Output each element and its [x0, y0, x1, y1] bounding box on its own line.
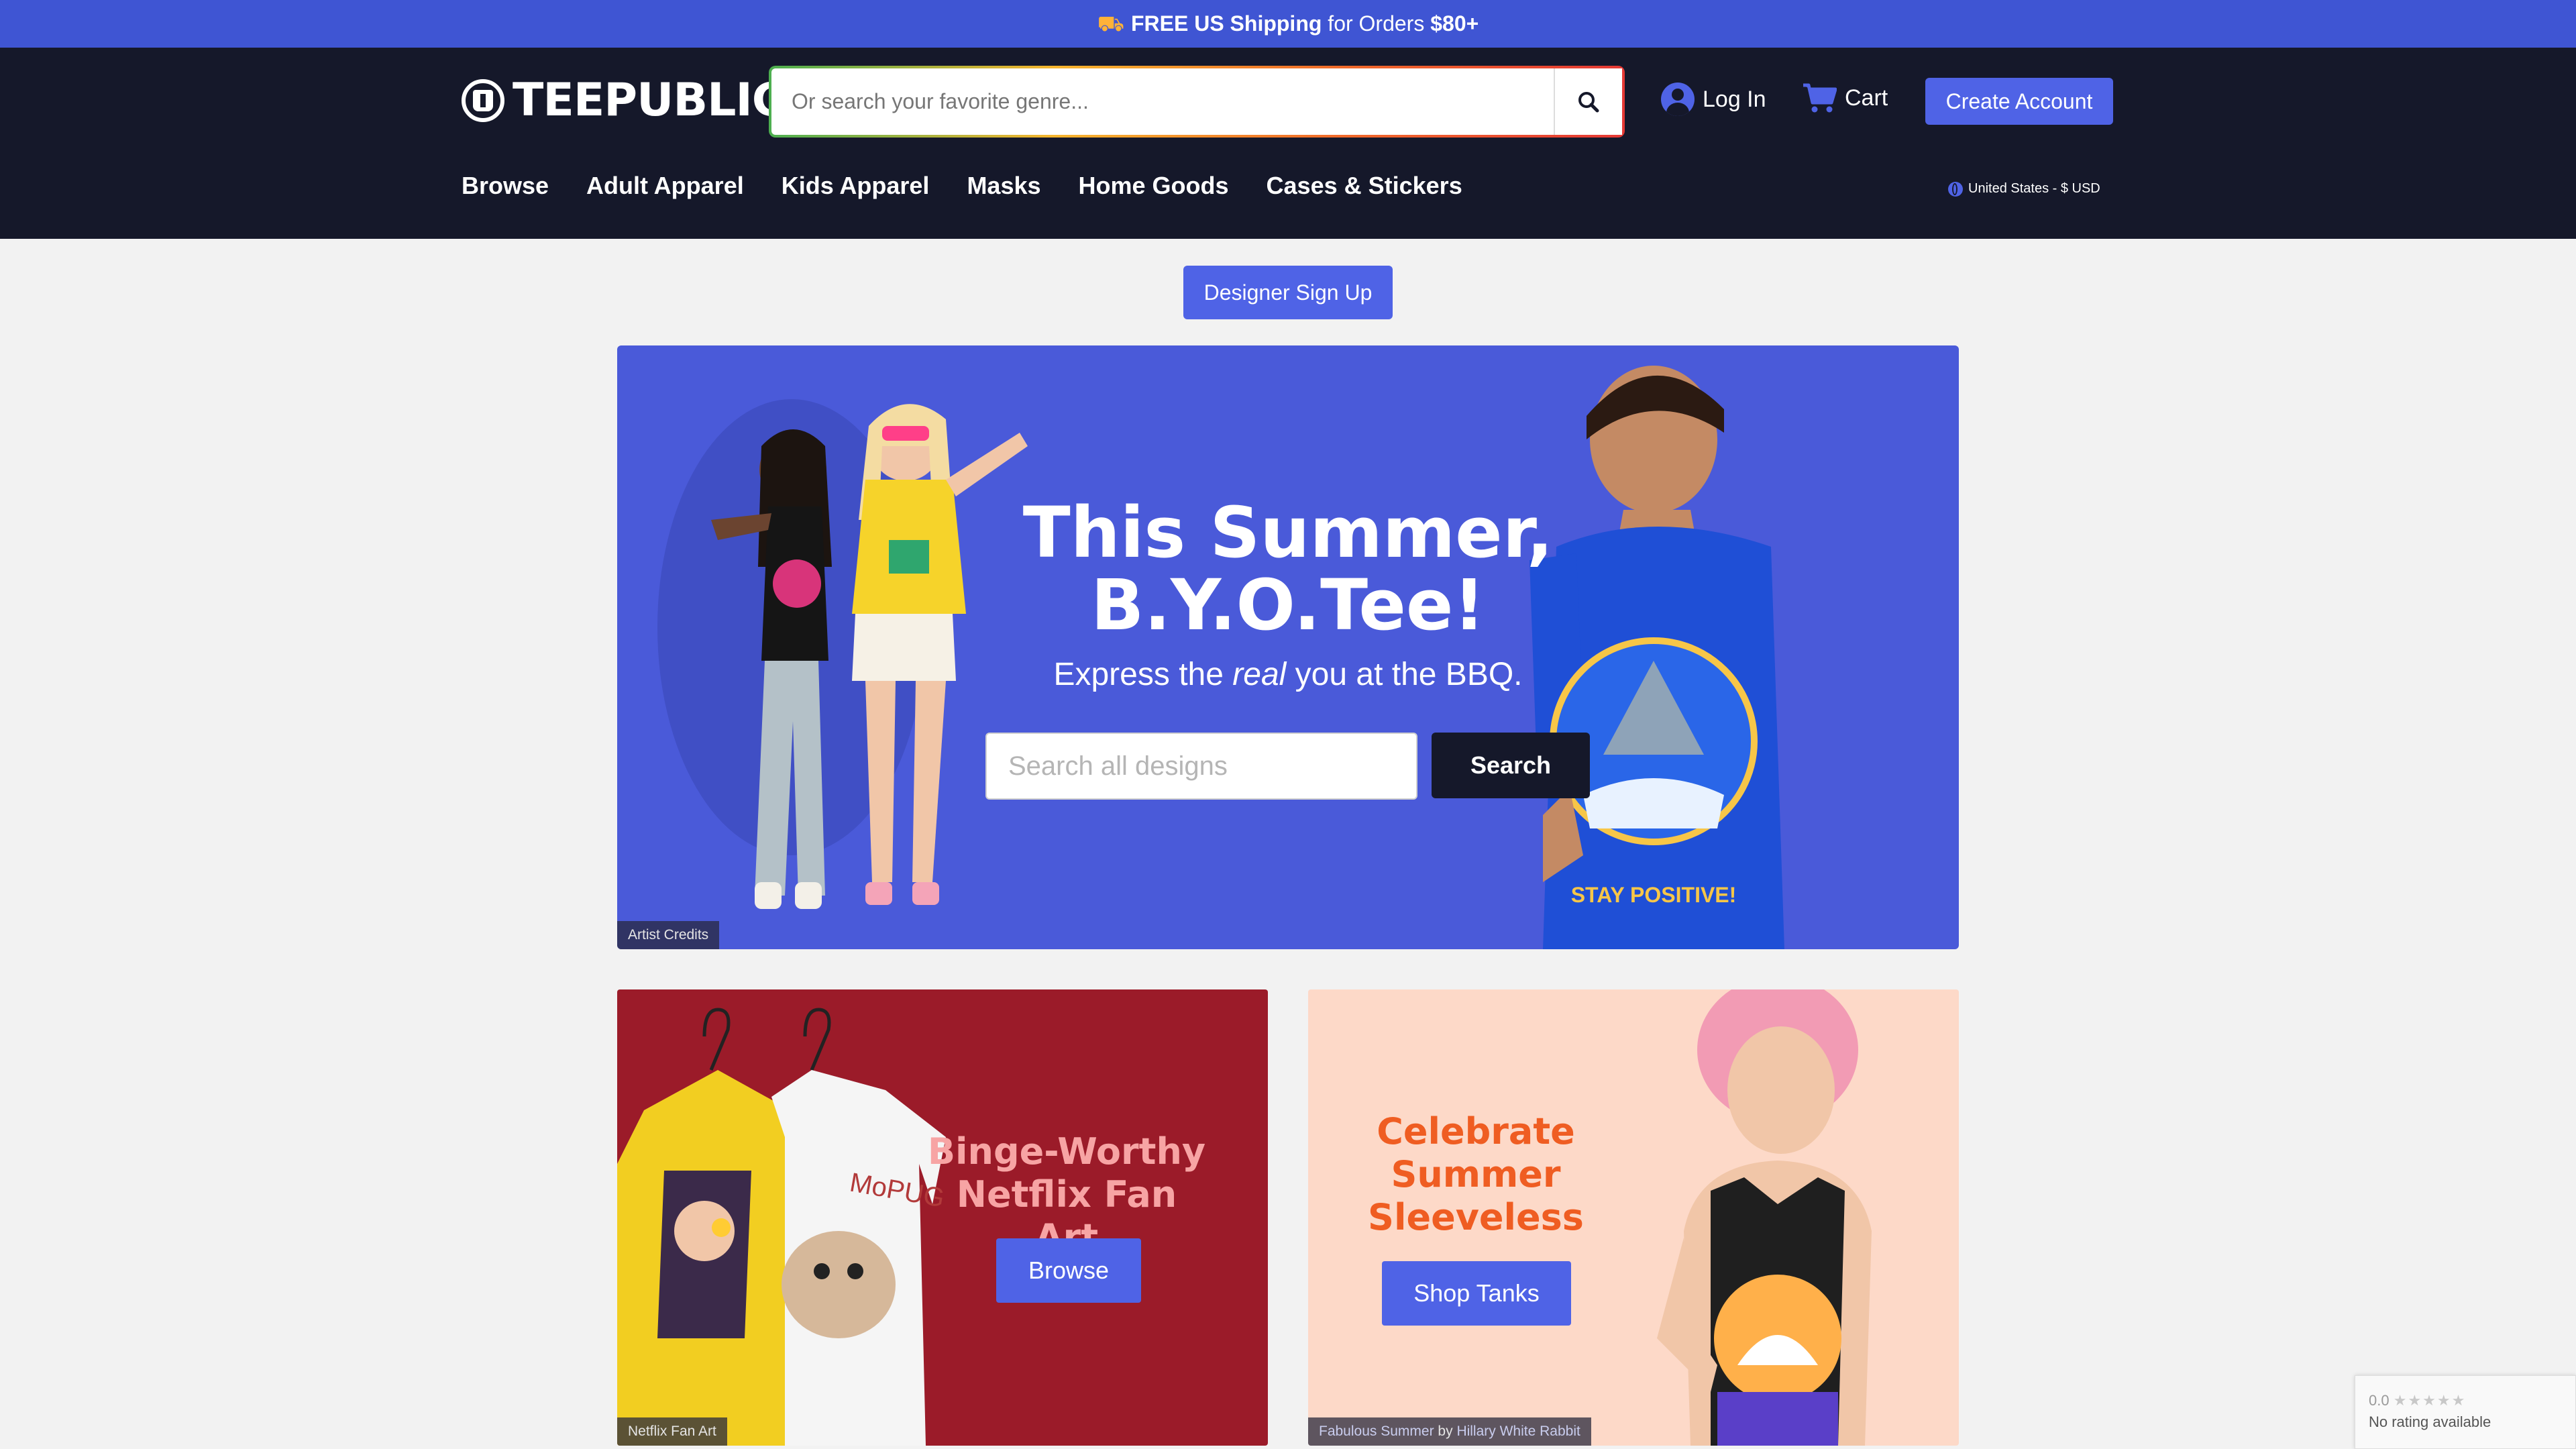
hero-subtitle-post: you at the BBQ.	[1286, 657, 1523, 692]
shop-tanks-button[interactable]: Shop Tanks	[1382, 1261, 1571, 1326]
summer-title-line1: Celebrate	[1377, 1110, 1575, 1152]
nav-browse[interactable]: Browse	[462, 172, 549, 200]
hero-models-image: STAY POSITIVE!	[657, 366, 1784, 949]
promo-free-label: FREE US Shipping	[1130, 11, 1322, 36]
netflix-credit[interactable]: Netflix Fan Art	[617, 1417, 727, 1446]
promo-middle: for Orders	[1322, 11, 1431, 36]
hero-title: This Summer, B.Y.O.Tee!	[986, 496, 1590, 641]
hero-title-line2: B.Y.O.Tee!	[1091, 564, 1485, 646]
netflix-title-line1: Binge-Worthy	[927, 1130, 1206, 1173]
summer-credit-artist: Hillary White Rabbit	[1456, 1424, 1580, 1439]
nav-cases-stickers[interactable]: Cases & Stickers	[1267, 172, 1462, 200]
hero-shirt-text: STAY POSITIVE!	[1571, 883, 1737, 907]
rating-score: 0.0	[2369, 1392, 2390, 1409]
cart-link[interactable]: Cart	[1802, 83, 1888, 113]
cart-label: Cart	[1845, 85, 1888, 111]
rating-stars-icon: ★★★★★	[2393, 1392, 2467, 1409]
nav-home-goods[interactable]: Home Goods	[1079, 172, 1229, 200]
hero-subtitle-pre: Express the	[1053, 657, 1233, 692]
logo-text: TEEPUBLIC	[513, 74, 786, 127]
hero-subtitle-em: real	[1232, 657, 1287, 692]
hero-search-input[interactable]	[985, 733, 1417, 800]
promo-bar: ⛟ FREE US Shipping for Orders $80+	[0, 0, 2576, 48]
search-icon	[1578, 91, 1599, 112]
globe-icon	[1948, 181, 1963, 197]
cart-icon	[1803, 83, 1837, 113]
truck-icon: ⛟	[1097, 11, 1124, 36]
rating-label: No rating available	[2369, 1413, 2491, 1430]
main-nav: Browse Adult Apparel Kids Apparel Masks …	[462, 172, 1462, 200]
hero-search-button[interactable]: Search	[1432, 733, 1590, 798]
hero-artist-credits[interactable]: Artist Credits	[617, 921, 720, 949]
designer-signup-button[interactable]: Designer Sign Up	[1183, 266, 1393, 319]
header-search-button[interactable]	[1554, 68, 1622, 135]
hero-title-line1: This Summer,	[1022, 492, 1554, 574]
site-logo[interactable]: TEEPUBLIC	[462, 74, 786, 127]
promo-amount: $80+	[1430, 11, 1479, 36]
netflix-browse-button[interactable]: Browse	[996, 1238, 1141, 1303]
login-link[interactable]: Log In	[1661, 83, 1766, 116]
summer-credit-by: by	[1434, 1424, 1457, 1439]
hero-banner[interactable]: STAY POSITIVE! Artist Credits	[617, 345, 1959, 949]
user-icon	[1661, 83, 1695, 116]
create-account-button[interactable]: Create Account	[1925, 78, 2113, 125]
summer-credit[interactable]: Fabulous Summer by Hillary White Rabbit	[1308, 1417, 1591, 1446]
locale-label: United States - $ USD	[1968, 181, 2100, 196]
summer-title-line3: Sleeveless	[1368, 1196, 1584, 1238]
nav-masks[interactable]: Masks	[967, 172, 1040, 200]
rating-widget: 0.0 ★★★★★ No rating available	[2355, 1375, 2576, 1449]
locale-selector[interactable]: United States - $ USD	[1948, 181, 2100, 197]
header-search	[769, 66, 1625, 138]
nav-kids-apparel[interactable]: Kids Apparel	[782, 172, 930, 200]
header-search-input[interactable]	[771, 68, 1554, 135]
login-label: Log In	[1703, 86, 1766, 112]
hero-subtitle: Express the real you at the BBQ.	[986, 656, 1590, 693]
summer-title-line2: Summer	[1391, 1153, 1561, 1195]
summer-card-title: Celebrate Summer Sleeveless	[1355, 1110, 1597, 1239]
nav-adult-apparel[interactable]: Adult Apparel	[586, 172, 744, 200]
tee-logo-icon	[462, 78, 504, 122]
summer-credit-title: Fabulous Summer	[1319, 1424, 1434, 1439]
